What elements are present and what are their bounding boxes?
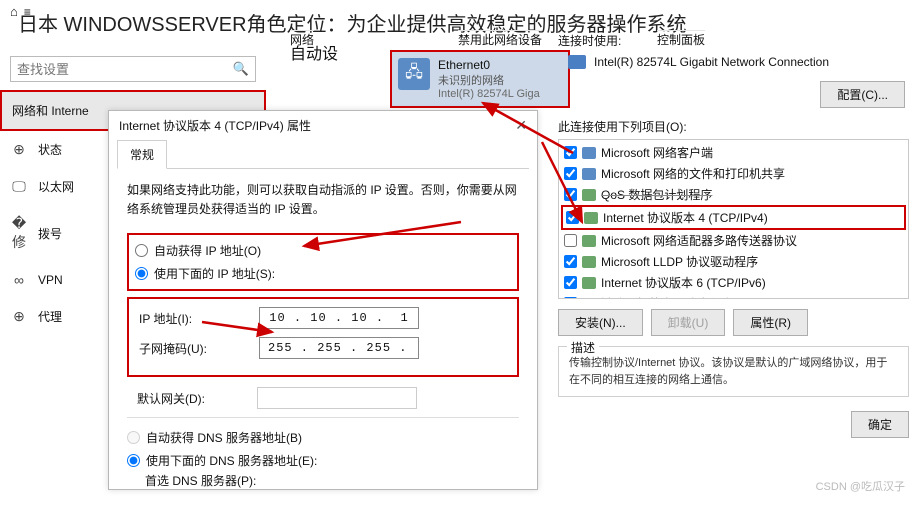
protocol-item-3[interactable]: Internet 协议版本 4 (TCP/IPv4) <box>561 205 906 230</box>
mask-label: 子网掩码(U): <box>139 340 259 357</box>
protocol-item-2[interactable]: QoS 数据包计划程序 <box>561 184 906 205</box>
gateway-label: 默认网关(D): <box>137 390 257 407</box>
search-input-wrap[interactable]: 🔍 <box>10 56 256 82</box>
protocol-icon <box>582 277 596 289</box>
radio-manual-ip[interactable] <box>135 267 148 280</box>
desc-text: 传输控制协议/Internet 协议。该协议是默认的广域网络协议，用于在不同的相… <box>569 355 898 388</box>
protocol-item-7[interactable]: 链路层拓扑发现响应程序 <box>561 293 906 299</box>
protocol-label: Internet 协议版本 6 (TCP/IPv6) <box>601 274 766 291</box>
vpn-icon: ∞ <box>10 272 28 288</box>
dialog-title: Internet 协议版本 4 (TCP/IPv4) 属性 <box>119 117 311 134</box>
items-label: 此连接使用下列项目(O): <box>558 118 909 135</box>
dns-pref-label: 首选 DNS 服务器(P): <box>145 472 265 489</box>
protocol-icon <box>584 212 598 224</box>
connection-properties: 连接时使用: Intel(R) 82574L Gigabit Network C… <box>558 32 909 438</box>
adapter-icon: 🖧 <box>398 58 430 90</box>
adapter-card[interactable]: 🖧 Ethernet0 未识别的网络 Intel(R) 82574L Giga <box>390 50 570 108</box>
protocol-checkbox[interactable] <box>564 297 577 299</box>
protocol-item-1[interactable]: Microsoft 网络的文件和打印机共享 <box>561 163 906 184</box>
connect-label: 连接时使用: <box>558 32 909 49</box>
close-icon[interactable]: ✕ <box>515 117 527 134</box>
nic-icon <box>568 55 586 69</box>
gateway-input[interactable] <box>257 387 417 409</box>
ok-button[interactable]: 确定 <box>851 411 909 438</box>
configure-button[interactable]: 配置(C)... <box>820 81 905 108</box>
protocol-checkbox[interactable] <box>566 211 579 224</box>
adapter-name: Ethernet0 <box>438 58 540 72</box>
protocol-icon <box>582 256 596 268</box>
adapter-device: Intel(R) 82574L Giga <box>438 88 540 100</box>
mask-input[interactable] <box>259 337 419 359</box>
protocol-item-0[interactable]: Microsoft 网络客户端 <box>561 142 906 163</box>
adapter-status: 未识别的网络 <box>438 72 540 88</box>
dialup-icon: �修 <box>10 215 28 252</box>
protocol-item-5[interactable]: Microsoft LLDP 协议驱动程序 <box>561 251 906 272</box>
status-icon: ⊕ <box>10 141 28 158</box>
proxy-icon: ⊕ <box>10 308 28 325</box>
nic-name: Intel(R) 82574L Gigabit Network Connecti… <box>594 55 829 69</box>
protocol-icon <box>582 189 596 201</box>
ip-input[interactable] <box>259 307 419 329</box>
search-input[interactable] <box>17 62 233 77</box>
protocol-label: QoS 数据包计划程序 <box>601 186 712 203</box>
search-icon: 🔍 <box>233 61 249 77</box>
tab-general[interactable]: 常规 <box>117 140 167 169</box>
protocol-icon <box>582 147 596 159</box>
protocol-icon <box>582 298 596 300</box>
protocol-checkbox[interactable] <box>564 146 577 159</box>
dialog-description: 如果网络支持此功能，则可以获取自动指派的 IP 设置。否则，你需要从网络系统管理… <box>127 181 519 219</box>
protocol-checkbox[interactable] <box>564 276 577 289</box>
protocol-label: Internet 协议版本 4 (TCP/IPv4) <box>603 209 768 226</box>
protocol-label: 链路层拓扑发现响应程序 <box>601 295 733 299</box>
items-list[interactable]: Microsoft 网络客户端 Microsoft 网络的文件和打印机共享 QoS … <box>558 139 909 299</box>
protocol-label: Microsoft 网络适配器多路传送器协议 <box>601 232 797 249</box>
radio-manual-dns[interactable] <box>127 454 140 467</box>
protocol-icon <box>582 168 596 180</box>
radio-auto-dns <box>127 431 140 444</box>
ipv4-properties-dialog: Internet 协议版本 4 (TCP/IPv4) 属性 ✕ 常规 如果网络支… <box>108 110 538 490</box>
protocol-label: Microsoft 网络客户端 <box>601 144 713 161</box>
watermark: CSDN @吃瓜汉子 <box>816 478 905 494</box>
uninstall-button: 卸载(U) <box>651 309 726 336</box>
desc-legend: 描述 <box>567 339 599 356</box>
protocol-checkbox[interactable] <box>564 255 577 268</box>
protocol-label: Microsoft 网络的文件和打印机共享 <box>601 165 785 182</box>
install-button[interactable]: 安装(N)... <box>558 309 643 336</box>
ip-label: IP 地址(I): <box>139 310 259 327</box>
home-icon[interactable]: ⌂ <box>10 4 18 19</box>
protocol-checkbox[interactable] <box>564 188 577 201</box>
protocol-item-6[interactable]: Internet 协议版本 6 (TCP/IPv6) <box>561 272 906 293</box>
protocol-item-4[interactable]: Microsoft 网络适配器多路传送器协议 <box>561 230 906 251</box>
properties-button[interactable]: 属性(R) <box>733 309 808 336</box>
protocol-checkbox[interactable] <box>564 167 577 180</box>
protocol-icon <box>582 235 596 247</box>
protocol-label: Microsoft LLDP 协议驱动程序 <box>601 253 758 270</box>
ethernet-icon: 🖵 <box>10 178 28 195</box>
radio-auto-ip[interactable] <box>135 244 148 257</box>
center-column: 自动设 🖧 Ethernet0 未识别的网络 Intel(R) 82574L G… <box>290 40 550 70</box>
protocol-checkbox[interactable] <box>564 234 577 247</box>
